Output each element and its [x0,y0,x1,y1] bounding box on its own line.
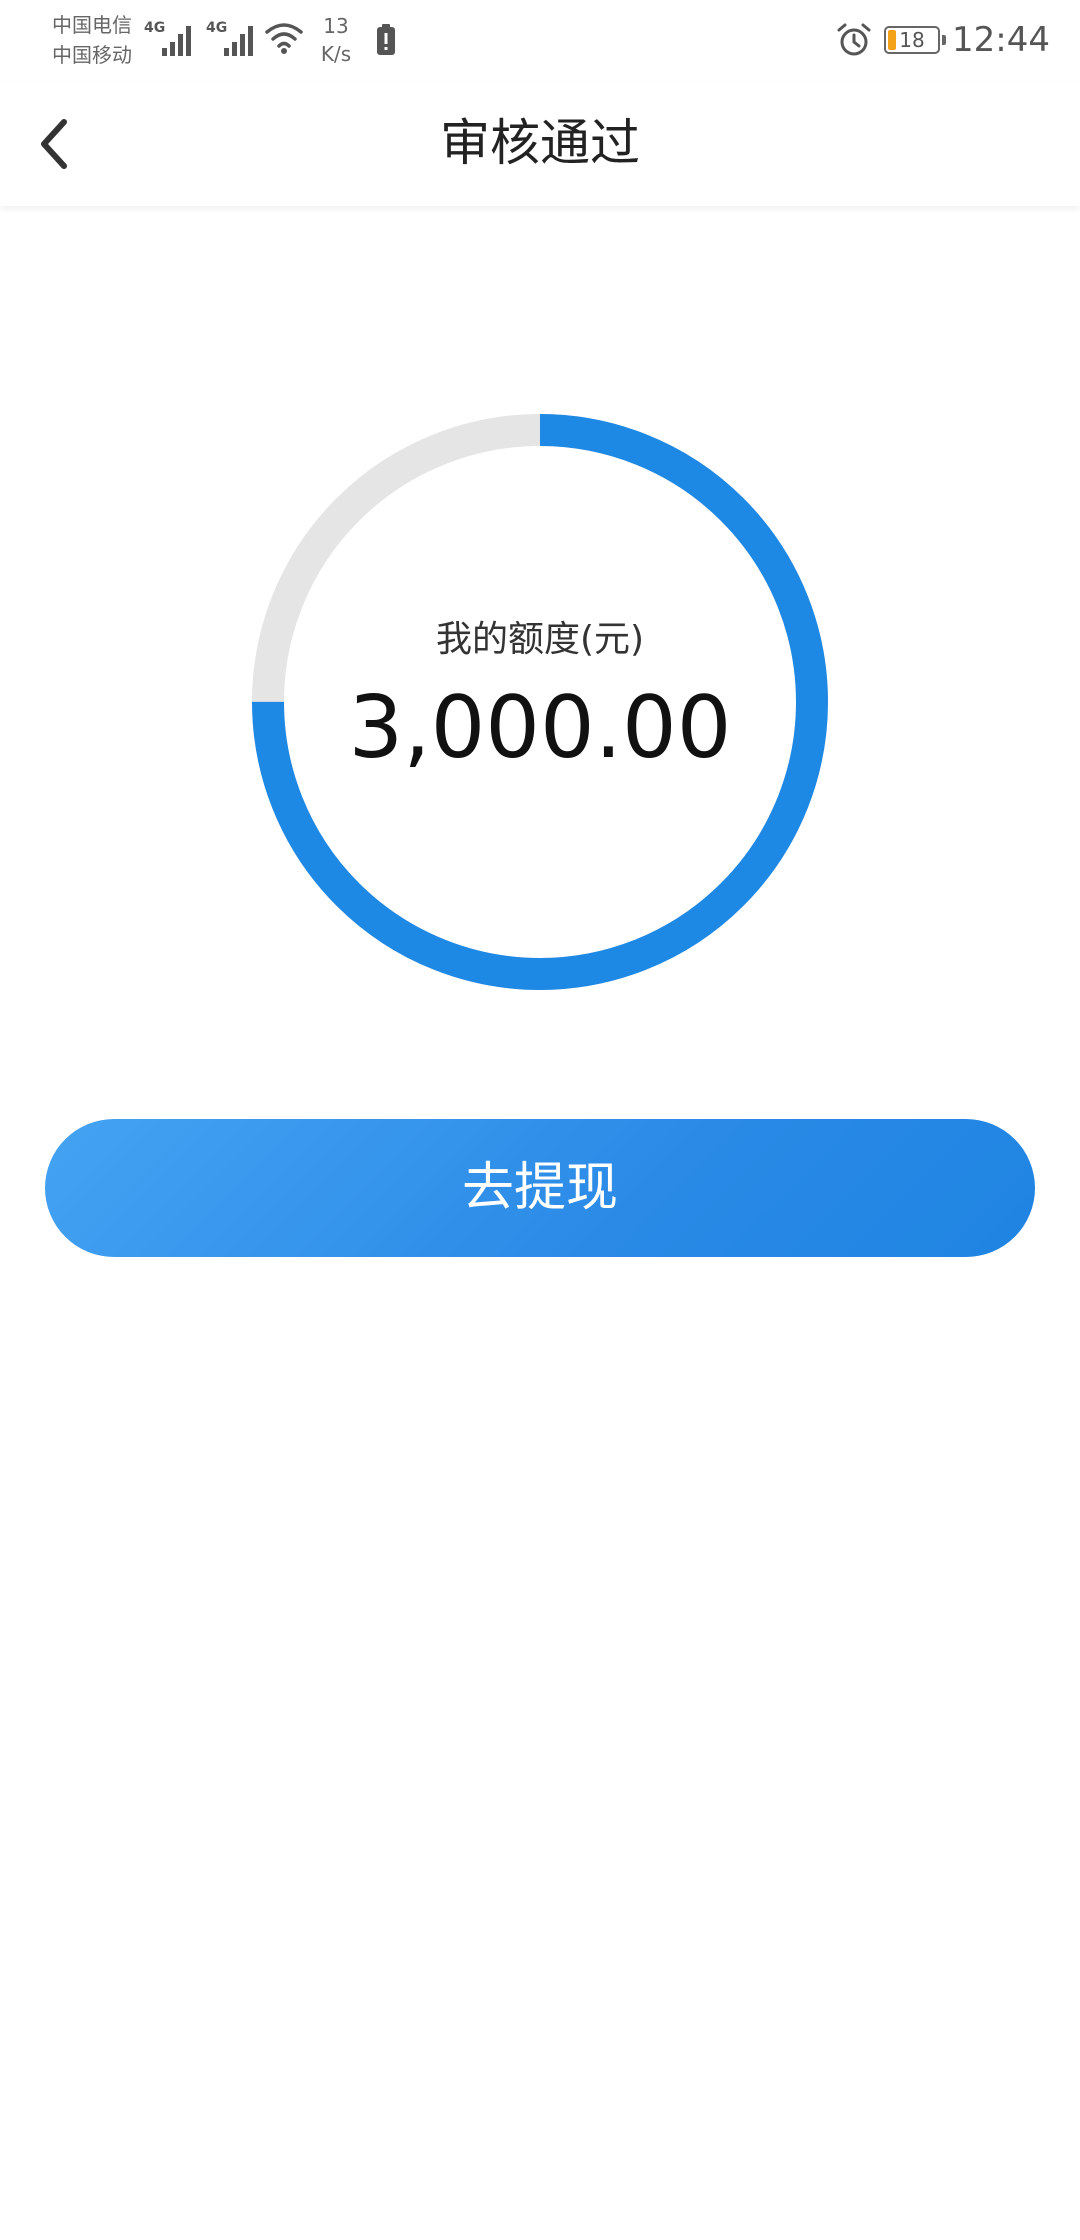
speed-value: 13 [323,14,349,38]
chevron-left-icon [41,119,67,169]
nav-bar: 审核通过 [0,82,1080,206]
carrier-2: 中国移动 [52,43,132,67]
network-speed: 13 K/s [318,12,354,68]
status-bar: 中国电信 中国移动 4G 4G 13 K/s 18 12:44 [0,0,1080,82]
quota-ring: 我的额度(元) 3,000.00 [252,414,828,990]
signal-icon: 4G [206,18,260,58]
quota-label: 我的额度(元) [435,619,645,660]
back-button[interactable] [28,110,88,178]
speed-unit: K/s [320,42,352,66]
wifi-icon [265,23,303,54]
withdraw-button[interactable]: 去提现 [45,1119,1035,1257]
alarm-icon [837,23,871,56]
carrier-1: 中国电信 [52,13,132,37]
quota-amount: 3,000.00 [348,678,732,778]
carrier-names: 中国电信 中国移动 [52,10,132,70]
battery-alert-icon [377,24,395,55]
signal-icon: 4G [144,18,198,58]
battery-level: 18 [899,28,925,52]
page-title: 审核通过 [440,114,640,172]
status-time: 12:44 [952,20,1050,60]
battery-icon: 18 [884,26,946,54]
